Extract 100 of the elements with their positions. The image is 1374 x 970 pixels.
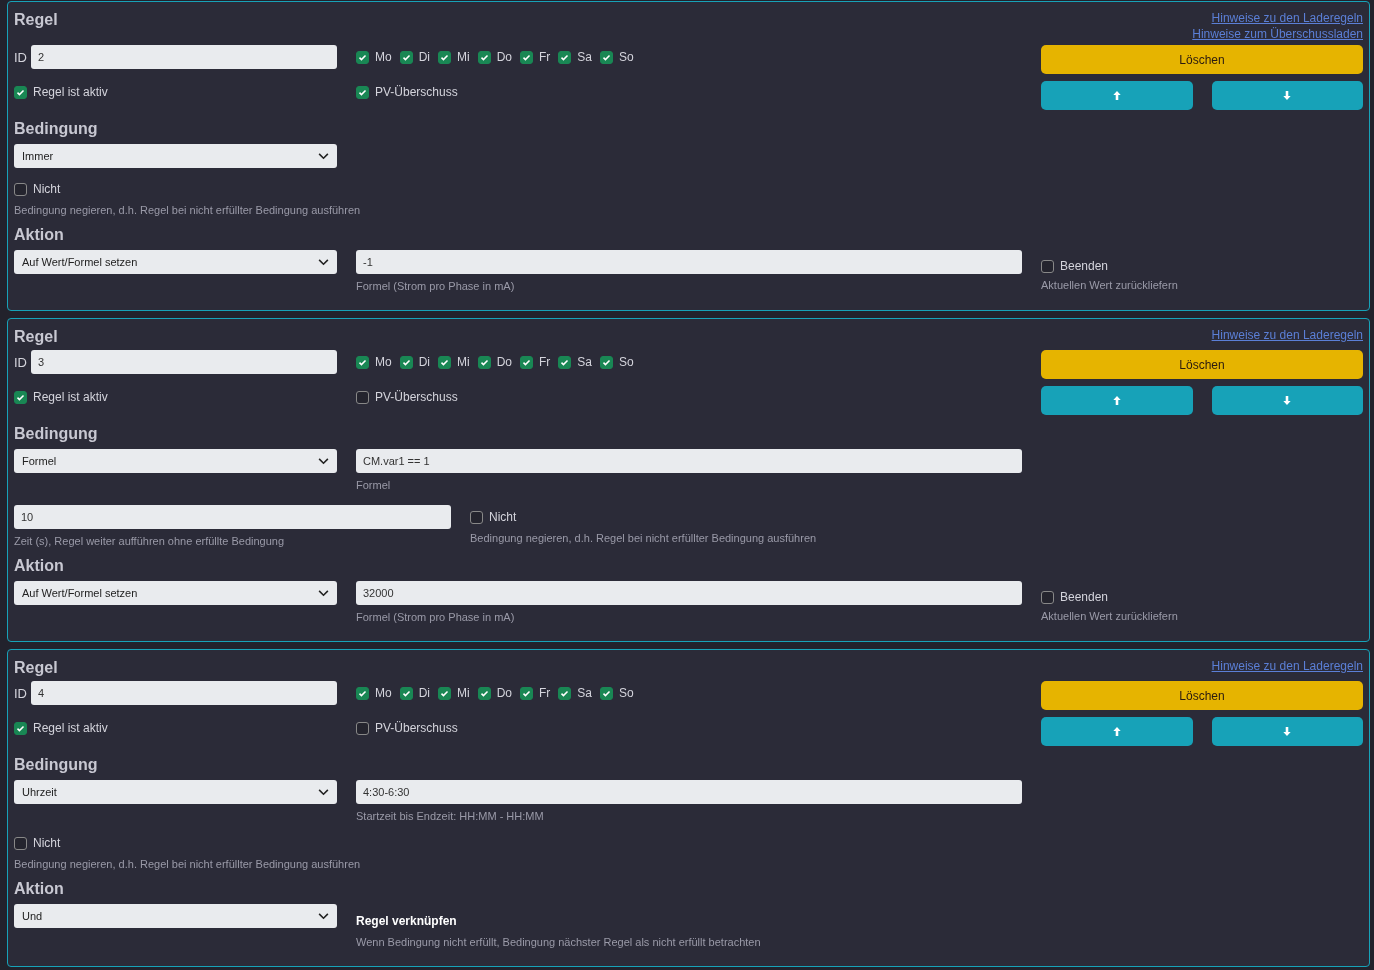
id-field[interactable]: 4 — [31, 681, 337, 705]
checkbox[interactable] — [438, 686, 451, 700]
help-link[interactable]: Hinweise zu den Laderegeln — [1211, 328, 1363, 342]
dropdown[interactable]: Auf Wert/Formel setzen — [14, 250, 337, 274]
value-field[interactable]: 32000 — [356, 581, 1022, 605]
checkbox[interactable] — [477, 686, 491, 700]
dropdown[interactable]: Formel — [14, 449, 337, 473]
delete-button[interactable]: Löschen — [1041, 681, 1363, 710]
rule-title: Regel — [14, 10, 59, 29]
chevron-down-icon — [318, 912, 329, 920]
checkbox[interactable] — [14, 836, 27, 850]
delay-field[interactable]: 10 — [14, 505, 451, 529]
rule-title: Regel — [14, 327, 59, 346]
id-label: ID — [14, 49, 27, 65]
checkbox-label: Fr — [539, 50, 551, 64]
checkbox[interactable] — [356, 50, 369, 64]
checkbox[interactable] — [600, 50, 614, 64]
checkbox[interactable] — [14, 721, 27, 735]
checkbox[interactable] — [356, 686, 369, 700]
id-field[interactable]: 3 — [31, 350, 337, 374]
delete-button[interactable]: Löschen — [1041, 350, 1363, 379]
delete-button[interactable]: Löschen — [1041, 45, 1363, 74]
checkbox[interactable] — [399, 686, 413, 700]
arrow-up-icon — [1111, 726, 1122, 737]
checkbox-label: Mi — [457, 686, 470, 700]
checkmark-icon — [522, 357, 532, 367]
checkbox[interactable] — [14, 182, 27, 196]
checkbox-label: Di — [418, 686, 430, 700]
checkmark-icon — [479, 357, 489, 367]
checkbox-label: PV-Überschuss — [375, 721, 458, 735]
checkbox-label: Mo — [375, 50, 392, 64]
checkmark-icon — [522, 52, 532, 62]
checkmark-icon — [358, 87, 367, 97]
checkbox-label: Do — [496, 50, 513, 64]
checkmark-icon — [358, 688, 367, 698]
checkbox-label: Sa — [577, 50, 593, 64]
checkbox-label: PV-Überschuss — [375, 85, 458, 99]
condition-field[interactable]: CM.var1 == 1 — [356, 449, 1022, 473]
option-help: Wenn Bedingung nicht erfüllt, Bedingung nächster Regel als nicht erfüllt betrachten — [356, 936, 762, 948]
checkbox-help: Bedingung negieren, d.h. Regel bei nicht erfüllter Bedingung ausführen — [14, 858, 361, 870]
section-heading: Aktion — [14, 226, 65, 244]
checkbox[interactable] — [600, 355, 614, 369]
checkmark-icon — [16, 87, 25, 97]
checkbox[interactable] — [470, 510, 483, 524]
checkbox-help: Bedingung negieren, d.h. Regel bei nicht erfüllter Bedingung ausführen — [14, 204, 361, 216]
checkbox[interactable] — [558, 50, 572, 64]
checkbox-label: So — [619, 50, 634, 64]
checkmark-icon — [16, 392, 25, 402]
checkbox[interactable] — [1041, 590, 1054, 604]
checkbox-label: So — [619, 686, 634, 700]
checkbox[interactable] — [14, 85, 27, 99]
section-heading: Bedingung — [14, 756, 99, 774]
arrow-up-icon — [1111, 395, 1122, 406]
help-link[interactable]: Hinweise zu den Laderegeln — [1211, 11, 1363, 25]
checkbox[interactable] — [399, 355, 413, 369]
checkbox[interactable] — [1041, 259, 1054, 273]
dropdown[interactable]: Auf Wert/Formel setzen — [14, 581, 337, 605]
dropdown[interactable]: Immer — [14, 144, 337, 168]
checkbox[interactable] — [356, 390, 369, 404]
checkbox[interactable] — [356, 721, 369, 735]
checkbox[interactable] — [438, 355, 451, 369]
checkbox-label: Mi — [457, 355, 470, 369]
checkbox-help: Aktuellen Wert zurückliefern — [1041, 279, 1179, 291]
help-link[interactable]: Hinweise zu den Laderegeln — [1211, 659, 1363, 673]
field-help: Startzeit bis Endzeit: HH:MM - HH:MM — [356, 810, 545, 822]
chevron-down-icon — [318, 152, 329, 160]
checkbox-label: Fr — [539, 355, 551, 369]
checkbox[interactable] — [477, 355, 491, 369]
dropdown[interactable]: Uhrzeit — [14, 780, 337, 804]
checkbox-label: Nicht — [489, 510, 517, 524]
checkbox-label: Do — [496, 355, 513, 369]
checkbox[interactable] — [558, 686, 572, 700]
checkmark-icon — [440, 52, 449, 62]
checkbox[interactable] — [520, 50, 534, 64]
id-field[interactable]: 2 — [31, 45, 337, 69]
value-field[interactable]: -1 — [356, 250, 1022, 274]
checkbox[interactable] — [600, 686, 614, 700]
checkbox[interactable] — [356, 85, 369, 99]
field-help: Formel — [356, 479, 392, 491]
help-link[interactable]: Hinweise zum Überschussladen — [1192, 27, 1363, 41]
checkbox[interactable] — [558, 355, 572, 369]
checkbox[interactable] — [520, 355, 534, 369]
checkbox[interactable] — [399, 50, 413, 64]
checkmark-icon — [358, 357, 367, 367]
checkbox[interactable] — [520, 686, 534, 700]
condition-field[interactable]: 4:30-6:30 — [356, 780, 1022, 804]
checkbox-label: So — [619, 355, 634, 369]
checkbox-label: Regel ist aktiv — [33, 85, 108, 99]
checkbox[interactable] — [14, 390, 27, 404]
checkbox[interactable] — [438, 50, 451, 64]
checkbox[interactable] — [356, 355, 369, 369]
rule-title: Regel — [14, 658, 59, 677]
checkmark-icon — [602, 357, 612, 367]
checkbox-help: Bedingung negieren, d.h. Regel bei nicht erfüllter Bedingung ausführen — [470, 532, 817, 544]
checkbox[interactable] — [477, 50, 491, 64]
chevron-down-icon — [318, 457, 329, 465]
dropdown[interactable]: Und — [14, 904, 337, 928]
checkmark-icon — [522, 688, 532, 698]
id-label: ID — [14, 685, 27, 701]
checkbox-label: Di — [418, 355, 430, 369]
